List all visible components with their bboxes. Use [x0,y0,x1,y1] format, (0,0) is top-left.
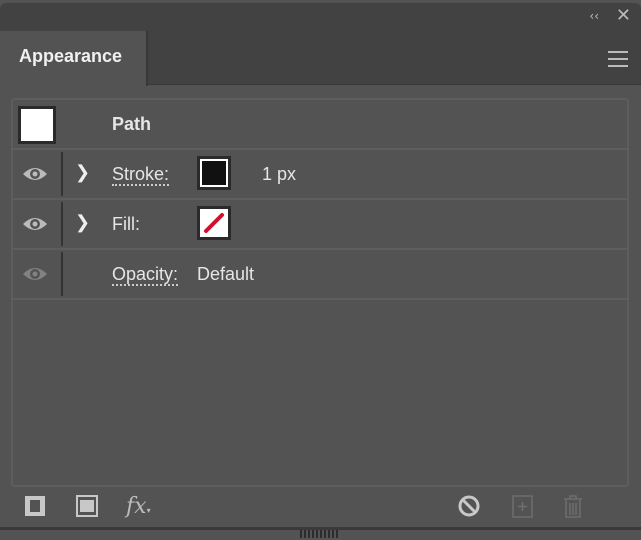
eye-icon[interactable] [21,164,49,184]
fill-none-swatch[interactable] [197,206,231,240]
duplicate-item-icon[interactable] [511,494,535,518]
eye-icon[interactable] [21,264,49,284]
panel-title-bar: ‹‹ ✕ [0,3,641,31]
stroke-color-swatch[interactable] [197,156,231,190]
header-row: Path [13,100,627,150]
divider [61,202,63,246]
tab-appearance[interactable]: Appearance [0,31,148,86]
object-type-label: Path [112,114,152,134]
chevron-right-icon[interactable]: ❯ [75,212,90,233]
add-new-stroke-icon[interactable] [23,494,47,518]
opacity-row[interactable]: Opacity: Default [13,250,627,300]
appearance-list: Path ❯ Stroke: 1 px ❯ Fill: Opacity: Def… [11,98,629,487]
divider [61,252,63,296]
collapse-panel-icon[interactable]: ‹‹ [589,9,599,23]
tab-bar: Appearance [0,31,641,86]
stroke-row[interactable]: ❯ Stroke: 1 px [13,150,627,200]
add-new-effect-fx-icon[interactable]: fx▾ [126,494,160,519]
opacity-label[interactable]: Opacity: [112,264,179,286]
chevron-right-icon[interactable]: ❯ [75,162,90,183]
stroke-label[interactable]: Stroke: [112,164,170,186]
close-panel-icon[interactable]: ✕ [616,5,631,26]
object-thumbnail [18,106,56,144]
clear-appearance-icon[interactable] [457,494,481,518]
add-new-fill-icon[interactable] [75,494,99,518]
divider [61,152,63,196]
panel-menu-icon[interactable] [608,51,628,72]
eye-icon[interactable] [21,214,49,234]
fill-label: Fill: [112,214,140,234]
fill-row[interactable]: ❯ Fill: [13,200,627,250]
opacity-value: Default [197,264,255,284]
stroke-weight[interactable]: 1 px [262,164,296,185]
delete-item-trash-icon[interactable] [561,494,585,518]
resize-grip[interactable] [300,530,338,538]
